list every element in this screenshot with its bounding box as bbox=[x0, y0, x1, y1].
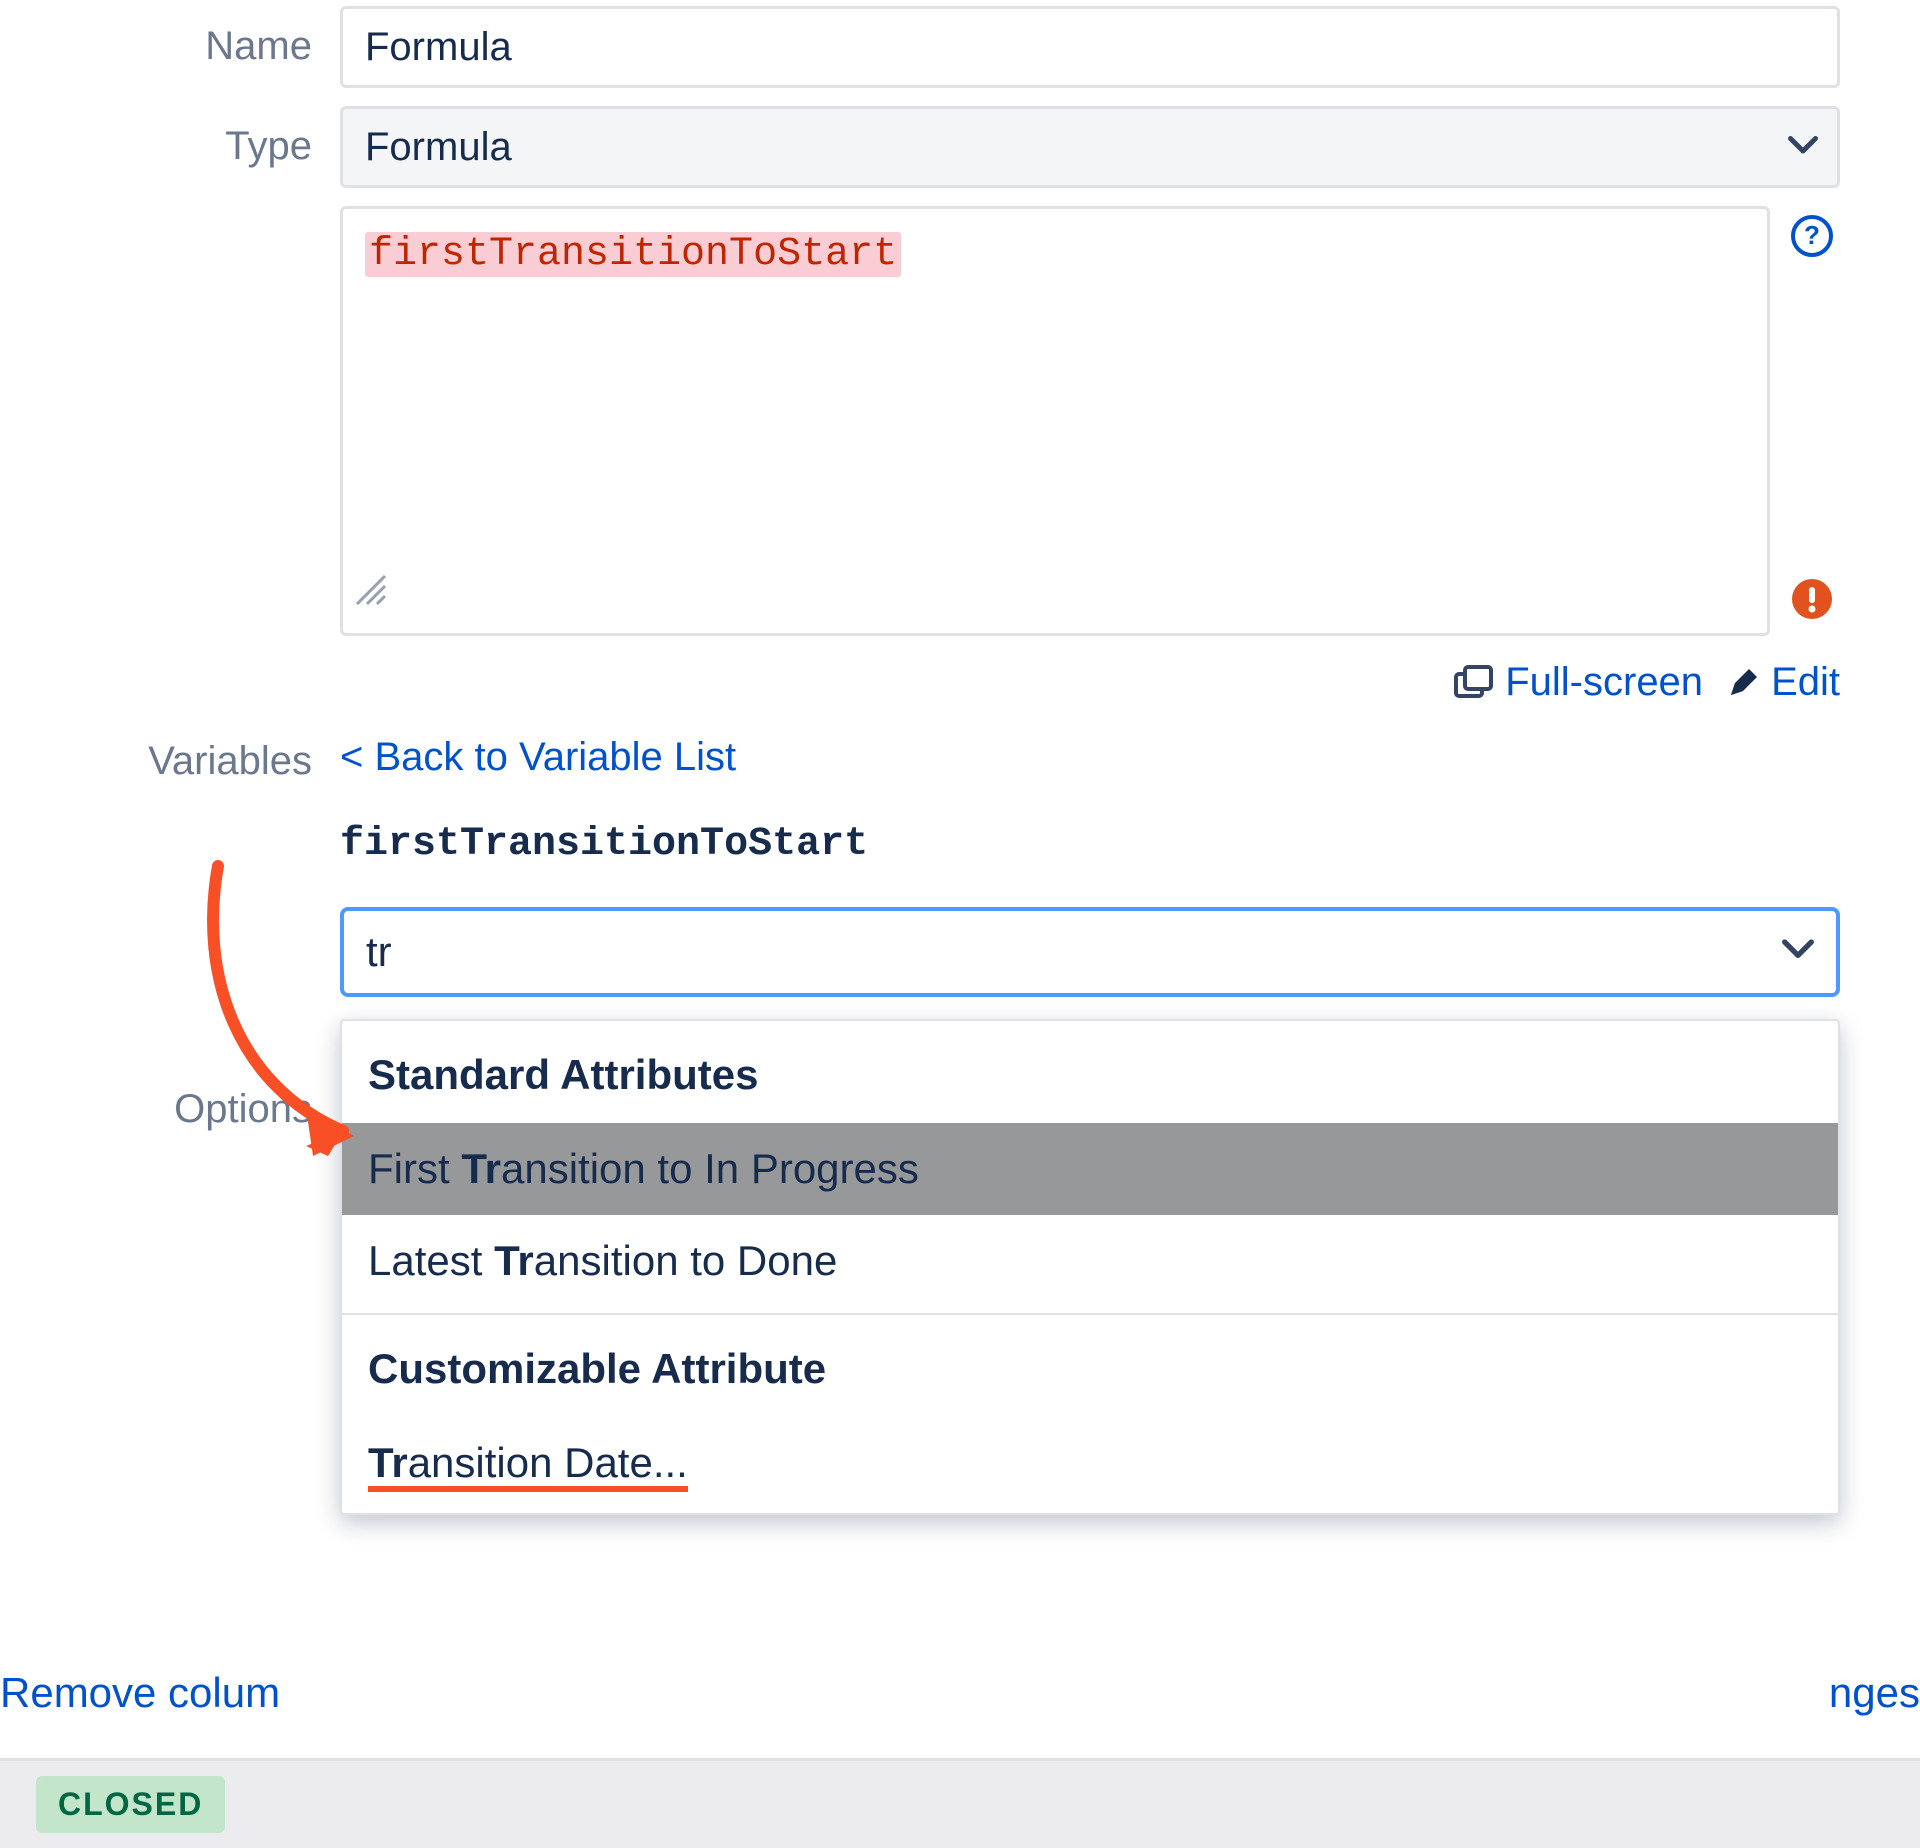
fullscreen-icon bbox=[1453, 665, 1495, 701]
dropdown-option-latest-transition-done[interactable]: Latest Transition to Done bbox=[342, 1215, 1838, 1307]
chevron-down-icon[interactable] bbox=[1782, 936, 1814, 968]
changes-link-fragment[interactable]: nges bbox=[1829, 1669, 1920, 1717]
remove-column-link-fragment[interactable]: Remove colum bbox=[0, 1669, 280, 1717]
formula-token: firstTransitionToStart bbox=[365, 232, 901, 277]
options-label: Options bbox=[0, 1015, 340, 1132]
variables-label: Variables bbox=[0, 723, 340, 784]
edit-link[interactable]: Edit bbox=[1771, 660, 1840, 705]
back-to-variable-list-link[interactable]: < Back to Variable List bbox=[340, 735, 736, 780]
help-icon[interactable]: ? bbox=[1790, 214, 1834, 265]
formula-editor[interactable]: firstTransitionToStart bbox=[340, 206, 1770, 636]
fullscreen-link[interactable]: Full-screen bbox=[1505, 660, 1703, 705]
resize-handle-icon[interactable] bbox=[353, 572, 389, 625]
name-input[interactable] bbox=[340, 6, 1840, 88]
variable-name: firstTransitionToStart bbox=[340, 822, 1840, 867]
dropdown-group-standard: Standard Attributes bbox=[342, 1021, 1838, 1123]
name-label: Name bbox=[0, 6, 340, 69]
chevron-down-icon bbox=[1788, 131, 1818, 163]
variable-attribute-search-input[interactable] bbox=[340, 907, 1840, 997]
dropdown-option-first-transition-in-progress[interactable]: First Transition to In Progress bbox=[342, 1123, 1838, 1215]
status-bar: CLOSED bbox=[0, 1758, 1920, 1848]
type-select[interactable]: Formula bbox=[340, 106, 1840, 188]
dropdown-group-customizable: Customizable Attribute bbox=[342, 1315, 1838, 1417]
type-select-value: Formula bbox=[365, 125, 512, 170]
warning-icon bbox=[1790, 577, 1834, 628]
status-badge-closed: CLOSED bbox=[36, 1776, 225, 1833]
pencil-icon bbox=[1725, 665, 1761, 701]
attribute-dropdown: Standard Attributes First Transition to … bbox=[340, 1019, 1840, 1515]
dropdown-option-transition-date[interactable]: Transition Date... bbox=[342, 1417, 1838, 1509]
svg-text:?: ? bbox=[1804, 220, 1820, 250]
type-label: Type bbox=[0, 106, 340, 169]
